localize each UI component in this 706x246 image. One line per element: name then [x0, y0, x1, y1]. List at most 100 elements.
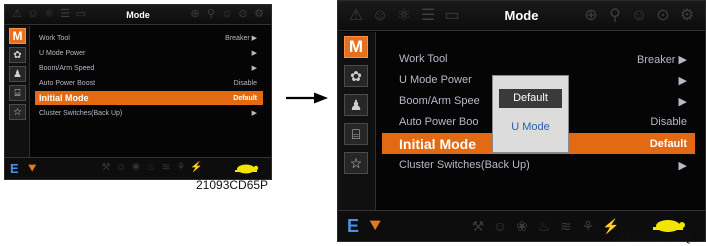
menu-row-cluster-switches[interactable]: Cluster Switches(Back Up) ▶: [35, 106, 263, 120]
tab-mode[interactable]: M: [344, 36, 368, 58]
top-icons-right: ⊕ ⚲ ☺ ⊙ ⚙: [579, 6, 699, 24]
tab-management[interactable]: ✿: [344, 65, 368, 87]
monitor-icon: ⌸: [351, 125, 361, 142]
light-icon: ⚘: [176, 162, 186, 173]
menu-row-initial-mode[interactable]: Initial Mode Default: [35, 91, 263, 105]
oil-level-icon: ☰: [420, 6, 436, 24]
menu-value: Disable: [650, 116, 687, 128]
star-icon: ☆: [13, 106, 22, 118]
battery-icon: ▭: [444, 6, 460, 24]
menu-label: U Mode Power: [39, 49, 86, 57]
screen-title: Mode: [126, 9, 150, 20]
mode-icon: M: [348, 37, 364, 56]
gear-icon: ✿: [350, 67, 362, 84]
top-status-bar: ⚠ ☺ ⚛ ☰ ▭ Mode ⊕ ⚲ ☺ ⊙ ⚙: [338, 1, 705, 31]
menu-row-auto-power-boost[interactable]: Auto Power Boost Disable: [35, 76, 263, 90]
menu-value: ▶: [678, 74, 687, 87]
bottom-indicator-bar: E ⯆ ⚒ ☺ ❀ ♨ ≋ ⚘ ⚡: [5, 157, 271, 179]
tab-display[interactable]: ⌸: [9, 85, 26, 101]
top-icons-left: ⚠ ☺ ⚛ ☰ ▭: [9, 9, 89, 20]
economy-mode-indicator: E: [347, 216, 360, 236]
mode-icon: M: [12, 29, 23, 43]
excavator-icon: ⯆: [27, 161, 38, 176]
coolant-icon: ⚛: [396, 6, 412, 24]
tab-favorites[interactable]: ☆: [344, 152, 368, 174]
menu-value: ▶: [251, 50, 257, 57]
menu-label: Boom/Arm Spee: [399, 95, 480, 107]
menu-row-cluster-switches[interactable]: Cluster Switches(Back Up) ▶: [382, 155, 695, 175]
menu-label: Cluster Switches(Back Up): [399, 159, 530, 171]
settings-icon: ⚙: [679, 6, 695, 24]
menu-value: Breaker ▶: [225, 35, 257, 42]
work-tool-icon: ⚒: [101, 162, 111, 173]
cluster-screen-after: ⚠ ☺ ⚛ ☰ ▭ Mode ⊕ ⚲ ☺ ⊙ ⚙ M ✿ ♟ ⌸ ☆ Work …: [337, 0, 706, 242]
menu-row-u-mode-power[interactable]: U Mode Power ▶: [35, 46, 263, 60]
overheat-icon: ⊙: [656, 6, 670, 24]
wiper-icon: ≋: [161, 162, 171, 173]
settings-icon: ⚙: [254, 8, 264, 20]
side-tab-bar: M ✿ ♟ ⌸ ☆: [5, 26, 30, 157]
screen-title: Mode: [504, 8, 539, 23]
menu-label: Boom/Arm Speed: [39, 64, 95, 72]
menu-label: Auto Power Boo: [399, 116, 479, 128]
side-tab-bar: M ✿ ♟ ⌸ ☆: [338, 32, 376, 210]
menu-value: ▶: [678, 159, 687, 172]
fan-icon: ❀: [131, 162, 141, 173]
coolant-icon: ⚛: [44, 8, 54, 20]
economy-mode-indicator: E: [10, 161, 19, 176]
mode-menu: Work Tool Breaker ▶ U Mode Power ▶ Boom/…: [35, 31, 263, 143]
menu-label: Initial Mode: [399, 135, 476, 152]
light-icon: ⚘: [581, 218, 595, 234]
tab-display[interactable]: ⌸: [344, 123, 368, 145]
filter-icon: ⊕: [584, 6, 598, 24]
fan-icon: ❀: [516, 218, 528, 234]
user-icon: ♟: [13, 68, 22, 80]
preheat-icon: ⚲: [206, 8, 216, 20]
menu-row-work-tool[interactable]: Work Tool Breaker ▶: [35, 31, 263, 45]
tab-favorites[interactable]: ☆: [9, 104, 26, 120]
heater-icon: ♨: [537, 218, 551, 234]
option-default[interactable]: Default: [499, 89, 562, 108]
power-boost-icon: ⚡: [602, 218, 620, 234]
menu-value: ▶: [251, 110, 257, 117]
engine-icon: ☺: [371, 6, 389, 24]
fuel-icon: ☺: [221, 8, 233, 20]
battery-icon: ▭: [75, 8, 87, 20]
tab-mode[interactable]: M: [9, 28, 26, 44]
menu-value: ▶: [251, 65, 257, 72]
warning-icon: ⚠: [348, 6, 364, 24]
option-u-mode[interactable]: U Mode: [499, 118, 562, 137]
menu-value: Default: [649, 137, 687, 150]
menu-row-boom-arm-speed[interactable]: Boom/Arm Speed ▶: [35, 61, 263, 75]
work-tool-icon: ⚒: [471, 218, 485, 234]
menu-label: Work Tool: [39, 34, 70, 42]
tab-user[interactable]: ♟: [9, 66, 26, 82]
caption-after: 21093CD65Q: [618, 230, 692, 244]
overheat-icon: ⊙: [238, 8, 248, 20]
excavator-icon: ⯆: [368, 216, 383, 236]
heater-icon: ♨: [146, 162, 156, 173]
filter-icon: ⊕: [190, 8, 200, 20]
engine-icon: ☺: [27, 8, 39, 20]
auto-idle-icon: ☺: [492, 218, 508, 234]
gear-icon: ✿: [13, 49, 22, 61]
cluster-screen-before: ⚠ ☺ ⚛ ☰ ▭ Mode ⊕ ⚲ ☺ ⊙ ⚙ M ✿ ♟ ⌸ ☆ Work …: [4, 4, 272, 180]
tab-management[interactable]: ✿: [9, 47, 26, 63]
menu-value: ▶: [678, 95, 687, 108]
menu-value: Default: [233, 94, 257, 102]
tab-user[interactable]: ♟: [344, 94, 368, 116]
right-arrow-icon: [286, 92, 328, 104]
top-icons-right: ⊕ ⚲ ☺ ⊙ ⚙: [187, 9, 267, 20]
oil-level-icon: ☰: [60, 8, 70, 20]
warning-icon: ⚠: [12, 8, 22, 20]
initial-mode-popup: Default U Mode: [492, 75, 569, 153]
fuel-icon: ☺: [630, 6, 648, 24]
preheat-icon: ⚲: [609, 6, 621, 24]
menu-label: Initial Mode: [39, 93, 89, 103]
wiper-icon: ≋: [560, 218, 572, 234]
monitor-icon: ⌸: [14, 87, 21, 99]
menu-value: Breaker ▶: [636, 53, 687, 66]
menu-row-work-tool[interactable]: Work Tool Breaker ▶: [382, 49, 695, 69]
travel-speed-icon: [235, 164, 259, 174]
star-icon: ☆: [349, 154, 363, 171]
